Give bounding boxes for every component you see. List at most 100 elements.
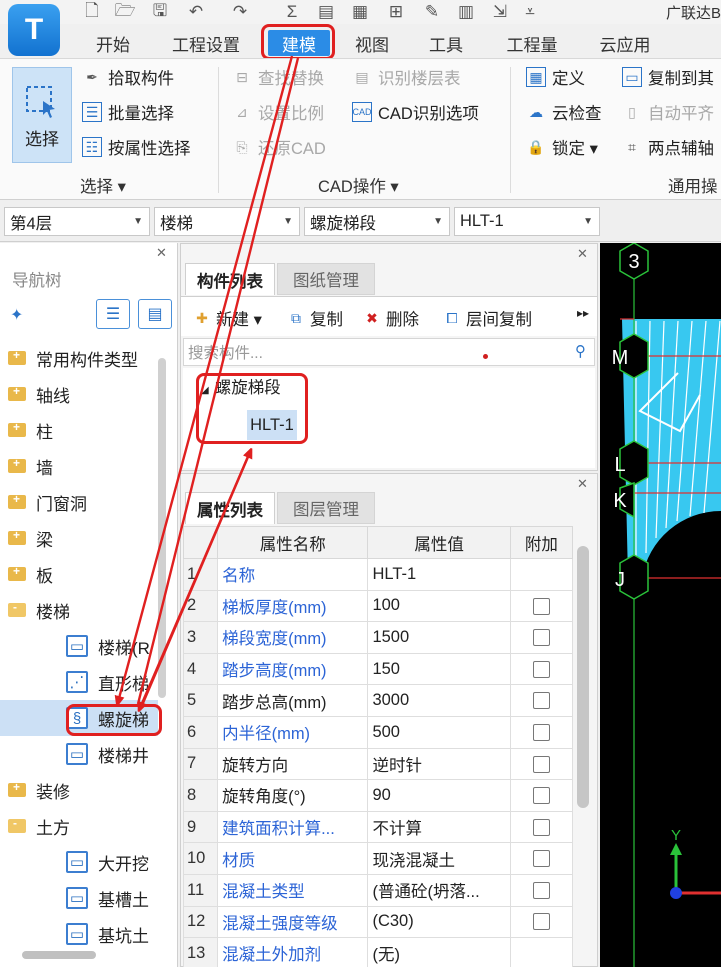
auto-align-button[interactable]: ▯ 自动平齐 xyxy=(622,98,714,126)
attach-checkbox[interactable] xyxy=(532,881,550,899)
pen-icon[interactable]: ✎ xyxy=(422,2,442,22)
attach-checkbox[interactable] xyxy=(532,629,550,647)
lock-button[interactable]: 🔒 锁定 ▾ xyxy=(526,133,598,161)
nav-item[interactable]: 装修 xyxy=(0,772,158,808)
property-row[interactable]: 1 名称 HLT-1 xyxy=(182,558,574,591)
property-value[interactable]: (C30) xyxy=(367,905,511,939)
attach-checkbox[interactable] xyxy=(532,755,550,773)
category-select[interactable]: 楼梯 ▼ xyxy=(154,207,300,236)
nav-item[interactable]: 梁 xyxy=(0,520,158,556)
component-select[interactable]: HLT-1 ▼ xyxy=(454,207,600,236)
property-value[interactable]: (普通砼(坍落... xyxy=(367,873,511,907)
attach-checkbox[interactable] xyxy=(532,818,550,836)
property-row[interactable]: 11 混凝土类型 (普通砼(坍落... xyxy=(182,873,574,907)
copy-to-others-button[interactable]: ▭ 复制到其 xyxy=(622,63,714,91)
property-row[interactable]: 9 建筑面积计算... 不计算 xyxy=(182,810,574,844)
restore-cad-button[interactable]: ⎘ 还原CAD xyxy=(232,133,325,161)
properties-scrollbar[interactable] xyxy=(577,546,589,808)
property-value[interactable]: 100 xyxy=(367,589,511,623)
tab-properties[interactable]: 属性列表 xyxy=(185,492,275,524)
sum-icon[interactable]: Σ xyxy=(282,2,302,22)
nav-item[interactable]: ▭ 大开挖 xyxy=(0,844,158,880)
attach-checkbox[interactable] xyxy=(532,660,550,678)
select-button[interactable]: 选择 xyxy=(12,67,72,163)
tab-cloud[interactable]: 云应用 xyxy=(588,30,662,56)
copy-component-button[interactable]: ⧉ 复制 xyxy=(287,306,343,330)
cloud-check-button[interactable]: ☁ 云检查 xyxy=(526,98,602,126)
property-row[interactable]: 8 旋转角度(°) 90 xyxy=(182,779,574,812)
close-icon[interactable]: ✕ xyxy=(156,245,167,261)
property-row[interactable]: 5 踏步总高(mm) 3000 xyxy=(182,684,574,717)
tab-drawing-management[interactable]: 图纸管理 xyxy=(277,263,375,295)
nav-item[interactable]: 柱 xyxy=(0,412,158,448)
attach-checkbox[interactable] xyxy=(532,723,550,741)
undo-icon[interactable]: ↶ xyxy=(186,2,206,22)
customize-icon[interactable]: ⩡ xyxy=(520,2,540,22)
attach-checkbox[interactable] xyxy=(532,692,550,710)
nav-item[interactable]: 轴线 xyxy=(0,376,158,412)
select-group-label[interactable]: 选择 ▾ xyxy=(80,173,126,197)
report-icon[interactable]: ▤ xyxy=(316,2,336,22)
property-value[interactable]: 1500 xyxy=(367,621,511,654)
calc-icon[interactable]: ⊞ xyxy=(386,2,406,22)
tab-tools[interactable]: 工具 xyxy=(418,30,474,56)
attach-checkbox[interactable] xyxy=(532,787,550,805)
tab-project-settings[interactable]: 工程设置 xyxy=(158,30,254,56)
property-value[interactable]: 3000 xyxy=(367,684,511,717)
property-row[interactable]: 2 梯板厚度(mm) 100 xyxy=(182,589,574,623)
nav-item[interactable]: 板 xyxy=(0,556,158,592)
set-scale-button[interactable]: ⊿ 设置比例 xyxy=(232,98,324,126)
attach-checkbox[interactable] xyxy=(532,597,550,615)
query-icon[interactable]: ▦ xyxy=(350,2,370,22)
new-file-icon[interactable]: 🗋 xyxy=(82,1,102,22)
delete-component-button[interactable]: ✖ 删除 xyxy=(363,306,419,330)
open-folder-icon[interactable]: 🗁 xyxy=(114,1,135,22)
common-group-label[interactable]: 通用操 xyxy=(668,173,718,197)
property-row[interactable]: 12 混凝土强度等级 (C30) xyxy=(182,905,574,939)
find-replace-button[interactable]: ⊟ 查找替换 xyxy=(232,63,324,91)
property-value[interactable]: HLT-1 xyxy=(367,558,511,591)
redo-icon[interactable]: ↷ xyxy=(230,2,250,22)
attach-checkbox[interactable] xyxy=(532,850,550,868)
select-by-attribute-button[interactable]: ☷ 按属性选择 xyxy=(82,133,191,161)
two-point-axis-button[interactable]: ⌗ 两点辅轴 xyxy=(622,133,714,161)
close-icon[interactable]: ✕ xyxy=(577,246,588,262)
list-view-icon[interactable]: ☰ xyxy=(96,299,130,329)
property-row[interactable]: 6 内半径(mm) 500 xyxy=(182,715,574,749)
save-icon[interactable]: 🖫 xyxy=(150,1,170,22)
property-row[interactable]: 13 混凝土外加剂 (无) xyxy=(182,937,574,967)
more-icon[interactable]: ▸▸ xyxy=(577,306,589,320)
nav-item[interactable]: ⋰ 直形梯 xyxy=(0,664,158,700)
tab-view[interactable]: 视图 xyxy=(344,30,400,56)
define-button[interactable]: ▦ 定义 xyxy=(526,63,585,91)
nav-item[interactable]: ▭ 楼梯(R xyxy=(0,628,158,664)
tab-layer-management[interactable]: 图层管理 xyxy=(277,492,375,524)
property-row[interactable]: 10 材质 现浇混凝土 xyxy=(182,842,574,875)
property-value[interactable]: 现浇混凝土 xyxy=(367,842,511,875)
nav-item[interactable]: ▭ 楼梯井 xyxy=(0,736,158,772)
property-row[interactable]: 7 旋转方向 逆时针 xyxy=(182,747,574,781)
close-icon[interactable]: ✕ xyxy=(577,476,588,492)
cad-group-label[interactable]: CAD操作 ▾ xyxy=(318,173,399,197)
identify-floor-table-button[interactable]: ▤ 识别楼层表 xyxy=(352,63,460,91)
floor-select[interactable]: 第4层 ▼ xyxy=(4,207,150,236)
nav-item[interactable]: ▭ 基槽土 xyxy=(0,880,158,916)
nav-item[interactable]: 常用构件类型 xyxy=(0,340,158,376)
tab-start[interactable]: 开始 xyxy=(84,30,142,56)
nav-item[interactable]: ▭ 基坑土 xyxy=(0,916,158,952)
pick-component-button[interactable]: ✒ 拾取构件 xyxy=(82,63,174,91)
nav-scrollbar[interactable] xyxy=(158,358,166,698)
property-value[interactable]: 逆时针 xyxy=(367,747,511,781)
detail-view-icon[interactable]: ▤ xyxy=(138,299,172,329)
search-input[interactable]: 搜索构件... ⚲ xyxy=(183,338,595,366)
property-value[interactable]: 150 xyxy=(367,652,511,686)
nav-item[interactable]: 门窗洞 xyxy=(0,484,158,520)
nav-item[interactable]: 楼梯 xyxy=(0,592,158,628)
grid-icon[interactable]: ▥ xyxy=(456,2,476,22)
tab-component-list[interactable]: 构件列表 xyxy=(185,263,275,295)
batch-select-button[interactable]: ☰ 批量选择 xyxy=(82,98,174,126)
nav-item[interactable]: 土方 xyxy=(0,808,158,844)
component-type-select[interactable]: 螺旋梯段 ▼ xyxy=(304,207,450,236)
property-value[interactable]: (无) xyxy=(367,937,511,967)
tab-quantities[interactable]: 工程量 xyxy=(494,30,570,56)
